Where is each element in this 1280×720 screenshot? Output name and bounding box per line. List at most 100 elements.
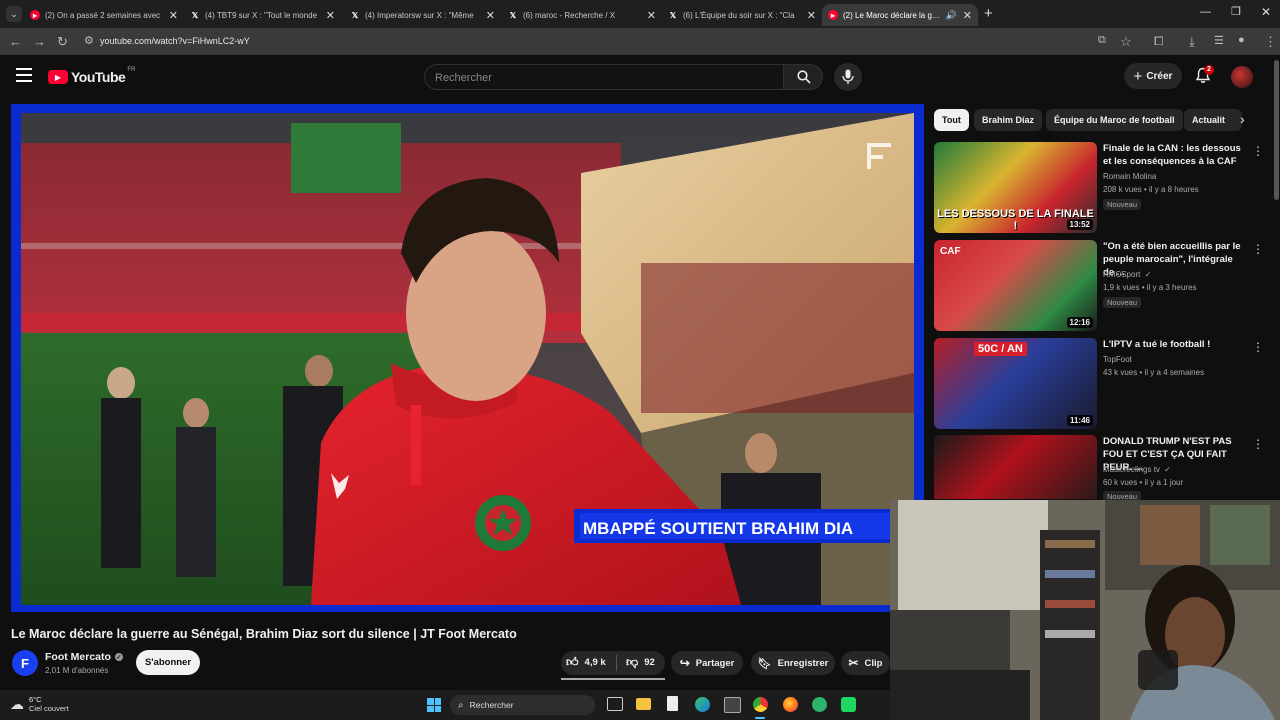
video-frame[interactable]: MBAPPÉ SOUTIENT BRAHIM DIA: [21, 113, 914, 605]
chip-all[interactable]: Tout: [934, 109, 969, 131]
scissors-icon: ✂: [848, 656, 859, 670]
dislike-button[interactable]: 👎︎ 92: [626, 655, 655, 670]
downloads-icon[interactable]: ⤓: [1189, 34, 1195, 50]
video-duration: 11:46: [1066, 415, 1093, 426]
start-button[interactable]: [427, 698, 441, 712]
close-window-icon[interactable]: ✕: [1261, 5, 1271, 19]
maximize-window-icon[interactable]: ❐: [1231, 5, 1241, 18]
browser-tab-strip: ⌄ ▸ (2) On a passé 2 semaines avec ✕ 𝕏 (…: [0, 0, 1280, 28]
edge-icon[interactable]: [695, 697, 710, 712]
store-icon[interactable]: [724, 697, 741, 713]
close-tab-icon[interactable]: ✕: [486, 9, 495, 22]
recommendation-title[interactable]: Finale de la CAN : les dessous et les co…: [1103, 142, 1243, 168]
close-tab-icon[interactable]: ✕: [169, 9, 178, 22]
recommendation-channel[interactable]: Romain Molina: [1103, 172, 1156, 181]
channel-avatar[interactable]: F: [12, 650, 38, 676]
like-count: 4,9 k: [584, 657, 606, 668]
subscribe-button[interactable]: S'abonner: [136, 650, 200, 675]
reading-list-icon[interactable]: ☰: [1214, 34, 1224, 47]
browser-tab[interactable]: 𝕏 (6) L'Équipe du soir sur X : "Cla ✕: [668, 4, 816, 26]
recommendation-title[interactable]: L'IPTV a tué le football !: [1103, 338, 1243, 351]
close-tab-icon[interactable]: ✕: [647, 9, 656, 22]
chip-maroc-football[interactable]: Équipe du Maroc de football: [1046, 109, 1183, 131]
recommendation-item[interactable]: LES DESSOUS DE LA FINALE ! 13:52 Finale …: [934, 142, 1264, 234]
new-tab-button[interactable]: +: [984, 5, 993, 22]
audio-playing-icon[interactable]: 🔊: [946, 10, 957, 21]
close-tab-icon[interactable]: ✕: [963, 9, 972, 22]
youtube-play-icon: ▶: [48, 70, 68, 84]
chips-next-arrow-icon[interactable]: ›: [1240, 111, 1245, 127]
account-avatar[interactable]: [1231, 66, 1253, 88]
close-tab-icon[interactable]: ✕: [807, 9, 816, 22]
video-scene: MBAPPÉ SOUTIENT BRAHIM DIA: [21, 113, 914, 605]
close-tab-icon[interactable]: ✕: [326, 9, 335, 22]
weather-widget[interactable]: ☁ 6°C Ciel couvert: [10, 695, 69, 713]
address-bar[interactable]: youtube.com/watch?v=FiHwnLC2-wY: [100, 32, 1100, 51]
recommendation-channel[interactable]: TopFoot: [1103, 355, 1132, 364]
page-scrollbar[interactable]: [1274, 60, 1279, 200]
recommendation-item[interactable]: DONALD TRUMP N'EST PAS FOU ET C'EST ÇA Q…: [934, 435, 1264, 502]
share-button[interactable]: ↪ Partager: [671, 651, 743, 675]
recommendation-item[interactable]: 50C / AN 11:46 L'IPTV a tué le football …: [934, 338, 1264, 430]
browser-tab[interactable]: 𝕏 (4) Imperatorsw sur X : "Même ✕: [350, 4, 495, 26]
app-icon[interactable]: [812, 697, 827, 712]
create-button[interactable]: + Créer: [1124, 63, 1182, 89]
save-button[interactable]: 🔖︎ Enregistrer: [751, 651, 835, 675]
more-actions-icon[interactable]: ⋮: [1252, 144, 1264, 158]
browser-menu-icon[interactable]: ⋮: [1264, 34, 1277, 50]
youtube-favicon-icon: ▸: [30, 10, 40, 20]
tab-list-button[interactable]: ⌄: [6, 6, 22, 22]
app-icon[interactable]: [841, 697, 856, 712]
profile-icon[interactable]: ●: [1238, 34, 1245, 46]
file-explorer-icon[interactable]: [636, 698, 651, 710]
subscribe-label: S'abonner: [144, 657, 192, 668]
video-thumbnail[interactable]: LES DESSOUS DE LA FINALE ! 13:52: [934, 142, 1097, 233]
more-actions-icon[interactable]: ⋮: [1252, 242, 1264, 256]
notifications-button[interactable]: 2: [1195, 65, 1214, 85]
reload-icon[interactable]: ↻: [57, 34, 68, 50]
video-thumbnail[interactable]: CAF 12:16: [934, 240, 1097, 331]
firefox-icon[interactable]: [783, 697, 798, 712]
thumbnail-caption: CAF: [940, 246, 961, 257]
chip-actualites[interactable]: Actualit: [1184, 109, 1242, 131]
guide-menu-icon[interactable]: [16, 68, 32, 82]
more-actions-icon[interactable]: ⋮: [1252, 340, 1264, 354]
thumbnail-caption: 50C / AN: [974, 342, 1027, 356]
clip-label: Clip: [864, 657, 883, 669]
task-view-icon[interactable]: [607, 697, 623, 711]
back-icon[interactable]: ←: [9, 34, 22, 49]
recommendation-channel[interactable]: Musicfeelings tv ✓: [1103, 465, 1171, 474]
verified-icon: ✓: [114, 653, 123, 661]
chrome-icon[interactable]: [753, 697, 768, 712]
document-icon[interactable]: [667, 696, 678, 711]
minimize-window-icon[interactable]: —: [1200, 6, 1211, 18]
browser-tab[interactable]: 𝕏 (6) maroc - Recherche / X ✕: [508, 4, 656, 26]
browser-tab[interactable]: 𝕏 (4) TBT9 sur X : "Tout le monde ✕: [190, 4, 335, 26]
taskbar-search[interactable]: ⌕ Rechercher: [450, 695, 595, 715]
channel-name[interactable]: Foot Mercato ✓: [45, 651, 123, 663]
more-actions-icon[interactable]: ⋮: [1252, 437, 1264, 451]
video-thumbnail[interactable]: [934, 435, 1097, 499]
foot-mercato-logo-icon: F: [21, 655, 29, 671]
site-info-icon[interactable]: ⚙: [84, 34, 94, 47]
extensions-icon[interactable]: ⧠: [1154, 34, 1164, 49]
like-button[interactable]: 👍︎ 4,9 k: [566, 655, 606, 670]
bookmark-star-icon[interactable]: ☆: [1120, 34, 1132, 50]
recommendation-item[interactable]: CAF 12:16 "On a été bien accueillis par …: [934, 240, 1264, 332]
search-icon: [797, 70, 811, 84]
search-button[interactable]: [783, 64, 823, 90]
chip-brahim-diaz[interactable]: Brahim Díaz: [974, 109, 1043, 131]
like-progress-underline: [561, 678, 665, 680]
browser-tab-active[interactable]: ▸ (2) Le Maroc déclare la guer 🔊 ✕: [822, 4, 978, 26]
clip-button[interactable]: ✂ Clip: [841, 651, 890, 675]
recommendation-channel[interactable]: RMCSport ✓: [1103, 270, 1151, 279]
install-app-icon[interactable]: ⧉: [1098, 34, 1106, 47]
recommendation-meta: 43 k vues • il y a 4 semaines: [1103, 368, 1205, 377]
browser-tab[interactable]: ▸ (2) On a passé 2 semaines avec ✕: [30, 4, 178, 26]
video-thumbnail[interactable]: 50C / AN 11:46: [934, 338, 1097, 429]
search-input[interactable]: Rechercher: [424, 64, 784, 90]
forward-icon[interactable]: →: [33, 34, 46, 49]
voice-search-button[interactable]: [834, 63, 862, 91]
youtube-logo[interactable]: ▶ YouTube FR: [48, 67, 135, 85]
notification-badge: 2: [1204, 65, 1214, 75]
